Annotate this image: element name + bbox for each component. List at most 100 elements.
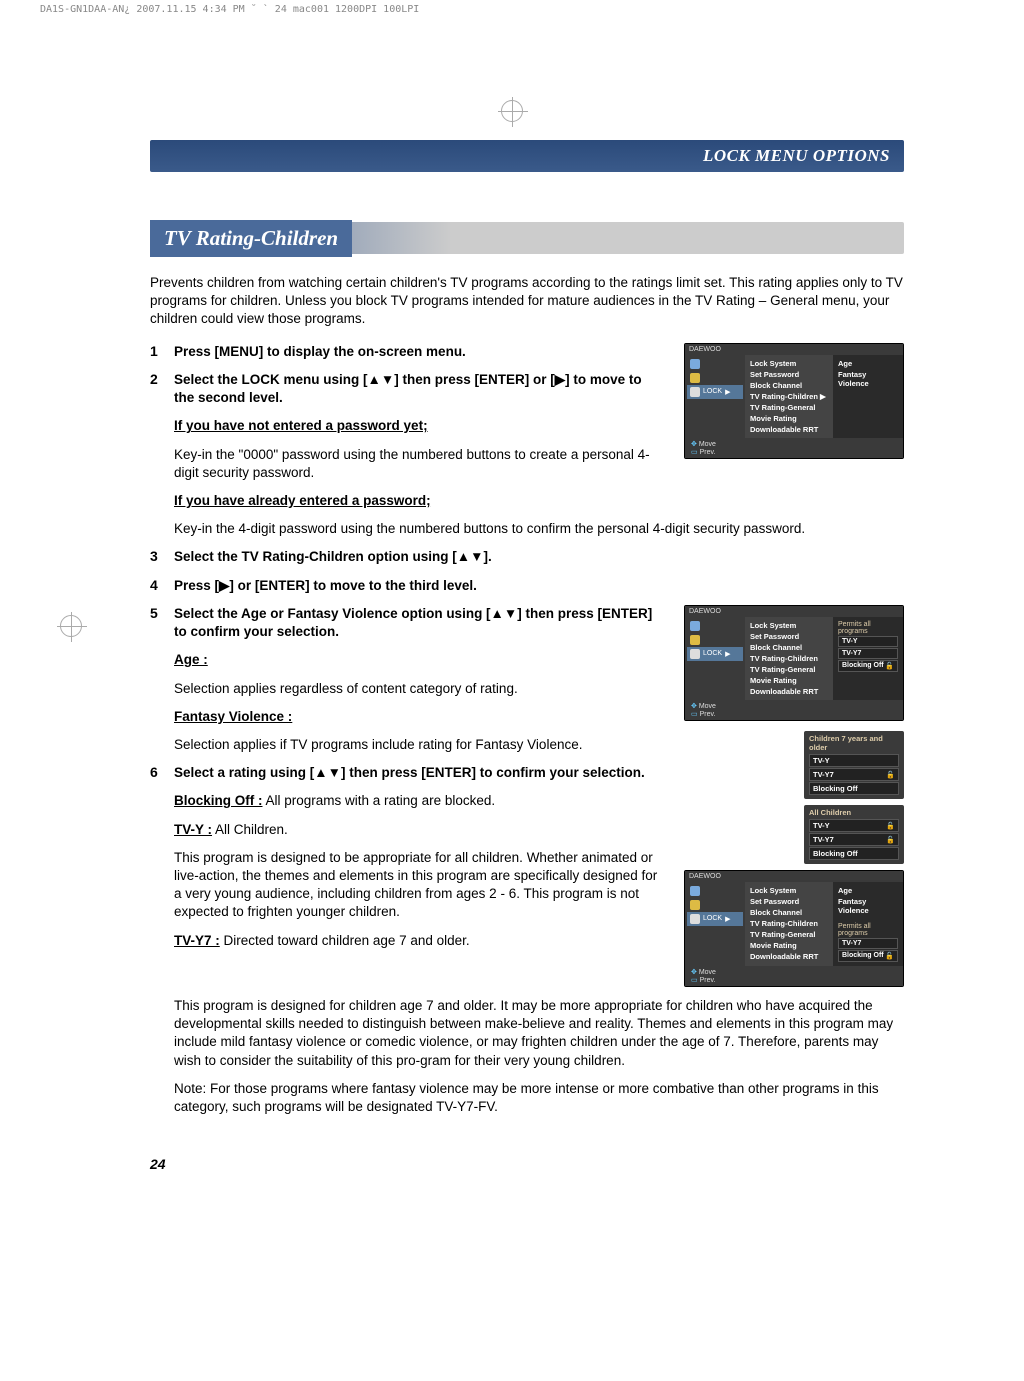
osd-screenshot-3: DAEWOO LOCK▶ Lock System Set Password Bl…: [684, 870, 904, 987]
gear-icon: [690, 373, 700, 383]
popup-row: Blocking Off: [809, 847, 899, 860]
step-number: 6: [150, 764, 164, 780]
lock-icon: [690, 649, 700, 659]
note-text: Note: For those programs where fantasy v…: [174, 1080, 904, 1116]
osd-move-label: Move: [699, 703, 716, 710]
osd-sub-item-selected: Fantasy Violence: [838, 896, 898, 916]
fv-body: Selection applies if TV programs include…: [174, 736, 664, 754]
move-icon: ✥: [691, 441, 697, 448]
popup-row: TV-Y7: [809, 768, 899, 781]
osd-item: TV Rating-General: [750, 402, 828, 413]
chevron-right-icon: ▶: [725, 915, 730, 923]
blocking-heading: Blocking Off :: [174, 793, 263, 808]
section-heading: TV Rating-Children: [150, 220, 352, 257]
step-number: 4: [150, 577, 164, 593]
popup-row: TV-Y: [809, 819, 899, 832]
osd-screenshot-1: DAEWOO LOCK▶ Lock System Set Password Bl…: [684, 343, 904, 459]
osd-panel-title: Permits all programs: [838, 620, 898, 636]
osd-item: Lock System: [750, 885, 828, 896]
picture-icon: [690, 621, 700, 631]
osd-item: Set Password: [750, 631, 828, 642]
osd-sub-item: Age: [838, 358, 898, 369]
blocking-body: All programs with a rating are blocked.: [263, 793, 496, 808]
popup-allchildren: All Children TV-Y TV-Y7 Blocking Off: [804, 805, 904, 864]
osd-move-label: Move: [699, 969, 716, 976]
step-1-text: Press [MENU] to display the on-screen me…: [174, 344, 466, 359]
osd-brand: DAEWOO: [685, 606, 903, 617]
osd-sub-item: Fantasy Violence: [838, 369, 898, 389]
osd-item: TV Rating-General: [750, 929, 828, 940]
unlock-icon: 🔓: [885, 662, 894, 670]
lock-icon: [886, 821, 895, 830]
osd-prev-label: Prev.: [700, 977, 716, 984]
menu-icon: ▭: [691, 711, 698, 718]
lock-icon: [886, 770, 895, 779]
osd-item: Lock System: [750, 358, 828, 369]
osd-sub-item: Age: [838, 885, 898, 896]
osd-item: Downloadable RRT: [750, 424, 828, 435]
osd-brand: DAEWOO: [685, 871, 903, 882]
page-number: 24: [150, 1156, 904, 1172]
chevron-right-icon: ▶: [725, 388, 730, 396]
picture-icon: [690, 886, 700, 896]
step-2-text: Select the LOCK menu using [▲▼] then pre…: [174, 372, 642, 405]
tvy-label: All Children.: [212, 822, 288, 837]
crop-mark-icon: [501, 100, 523, 122]
osd-screenshot-2: DAEWOO LOCK▶ Lock System Set Password Bl…: [684, 605, 904, 721]
step-number: 1: [150, 343, 164, 359]
banner-text: LOCK MENU OPTIONS: [703, 146, 890, 165]
osd-item: Movie Rating: [750, 675, 828, 686]
age-body: Selection applies regardless of content …: [174, 680, 664, 698]
lock-icon: [690, 914, 700, 924]
picture-icon: [690, 359, 700, 369]
tvy7-label: Directed toward children age 7 and older…: [220, 933, 470, 948]
osd-option: Blocking Off🔓: [838, 660, 898, 672]
osd-item-selected: TV Rating-Children: [750, 653, 828, 664]
crop-mark-icon: [60, 615, 82, 637]
sub-heading: If you have not entered a password yet;: [174, 418, 428, 433]
menu-icon: ▭: [691, 449, 698, 456]
osd-item: Lock System: [750, 620, 828, 631]
popup-title: All Children: [809, 808, 899, 819]
popup-children7: Children 7 years and older TV-Y TV-Y7 Bl…: [804, 731, 904, 799]
age-heading: Age :: [174, 652, 208, 667]
osd-item: Downloadable RRT: [750, 686, 828, 697]
lock-icon: [886, 835, 895, 844]
gear-icon: [690, 900, 700, 910]
chapter-banner: LOCK MENU OPTIONS: [150, 140, 904, 172]
popup-row: TV-Y7: [809, 833, 899, 846]
popup-row: Blocking Off: [809, 782, 899, 795]
sub-body: Key-in the "0000" password using the num…: [174, 446, 664, 482]
sub-heading: If you have already entered a password;: [174, 493, 431, 508]
osd-tab-lock: LOCK: [703, 915, 722, 922]
step-number: 3: [150, 548, 164, 564]
osd-panel-title: Permits all programs: [838, 922, 898, 938]
chevron-right-icon: ▶: [725, 650, 730, 658]
osd-item: Set Password: [750, 369, 828, 380]
step-number: 2: [150, 371, 164, 387]
menu-icon: ▭: [691, 977, 698, 984]
step-4-text: Press [▶] or [ENTER] to move to the thir…: [174, 578, 477, 593]
osd-item-selected: TV Rating-Children: [750, 918, 828, 929]
osd-move-label: Move: [699, 441, 716, 448]
step-6-text: Select a rating using [▲▼] then press [E…: [174, 765, 645, 780]
osd-option: TV-Y7: [838, 648, 898, 659]
sub-body: Key-in the 4-digit password using the nu…: [174, 520, 904, 538]
tvy-head: TV-Y :: [174, 822, 212, 837]
osd-brand: DAEWOO: [685, 344, 903, 355]
tvy-body: This program is designed to be appropria…: [174, 849, 664, 922]
step-number: 5: [150, 605, 164, 621]
osd-item: Movie Rating: [750, 413, 828, 424]
osd-prev-label: Prev.: [700, 711, 716, 718]
osd-prev-label: Prev.: [700, 449, 716, 456]
osd-option: TV-Y: [838, 636, 898, 647]
fv-heading: Fantasy Violence :: [174, 709, 292, 724]
step-3-text: Select the TV Rating-Children option usi…: [174, 549, 492, 564]
osd-option: TV-Y7: [838, 938, 898, 949]
intro-paragraph: Prevents children from watching certain …: [150, 274, 904, 329]
print-marks: DA1S-GN1DAA-AN¿ 2007.11.15 4:34 PM ˘ ` 2…: [0, 0, 1024, 19]
gear-icon: [690, 635, 700, 645]
osd-item: Set Password: [750, 896, 828, 907]
osd-item: Block Channel: [750, 907, 828, 918]
osd-option: Blocking Off🔓: [838, 950, 898, 962]
